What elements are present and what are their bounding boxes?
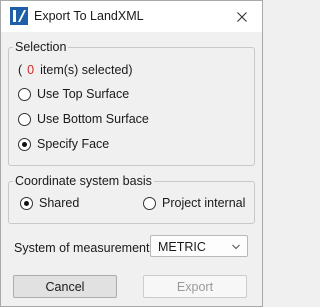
title-bar[interactable]: Export To LandXML xyxy=(1,1,262,32)
measurement-select-value: METRIC xyxy=(158,240,206,254)
radio-button[interactable] xyxy=(143,196,156,210)
selection-group-title: Selection xyxy=(13,39,69,55)
selection-count-suffix: item(s) selected) xyxy=(40,63,133,77)
close-icon xyxy=(237,11,247,22)
close-button[interactable] xyxy=(222,1,262,32)
radio-label: Specify Face xyxy=(37,137,110,151)
cancel-button[interactable]: Cancel xyxy=(13,275,117,298)
radio-label: Shared xyxy=(39,196,80,210)
selection-group: Selection (0 item(s) selected) Use Top Su… xyxy=(8,39,255,166)
dialog-title: Export To LandXML xyxy=(34,9,144,23)
radio-project-internal[interactable]: Project internal xyxy=(143,194,245,212)
radio-use-bottom-surface[interactable]: Use Bottom Surface xyxy=(18,110,149,128)
landxml-app-icon xyxy=(10,7,28,25)
selection-count: (0 item(s) selected) xyxy=(18,63,133,77)
radio-button[interactable] xyxy=(18,87,31,101)
radio-shared[interactable]: Shared xyxy=(20,194,79,212)
coordinate-system-group-title: Coordinate system basis xyxy=(13,173,154,189)
radio-use-top-surface[interactable]: Use Top Surface xyxy=(18,85,129,103)
coordinate-system-group: Coordinate system basis Shared Project i… xyxy=(8,173,255,224)
radio-button[interactable] xyxy=(20,196,33,210)
radio-label: Use Top Surface xyxy=(37,87,130,101)
export-button[interactable]: Export xyxy=(143,275,247,298)
measurement-select[interactable]: METRIC xyxy=(150,235,248,257)
radio-button[interactable] xyxy=(18,137,31,151)
radio-button[interactable] xyxy=(18,112,31,126)
radio-specify-face[interactable]: Specify Face xyxy=(18,135,109,153)
measurement-label: System of measurement xyxy=(14,241,150,255)
selection-count-number: 0 xyxy=(27,63,35,77)
export-landxml-dialog: Export To LandXML Selection (0 item(s) se… xyxy=(0,0,263,307)
chevron-down-icon xyxy=(232,244,240,250)
radio-label: Project internal xyxy=(162,196,246,210)
selection-count-open-paren: ( xyxy=(18,63,23,77)
radio-label: Use Bottom Surface xyxy=(37,112,149,126)
